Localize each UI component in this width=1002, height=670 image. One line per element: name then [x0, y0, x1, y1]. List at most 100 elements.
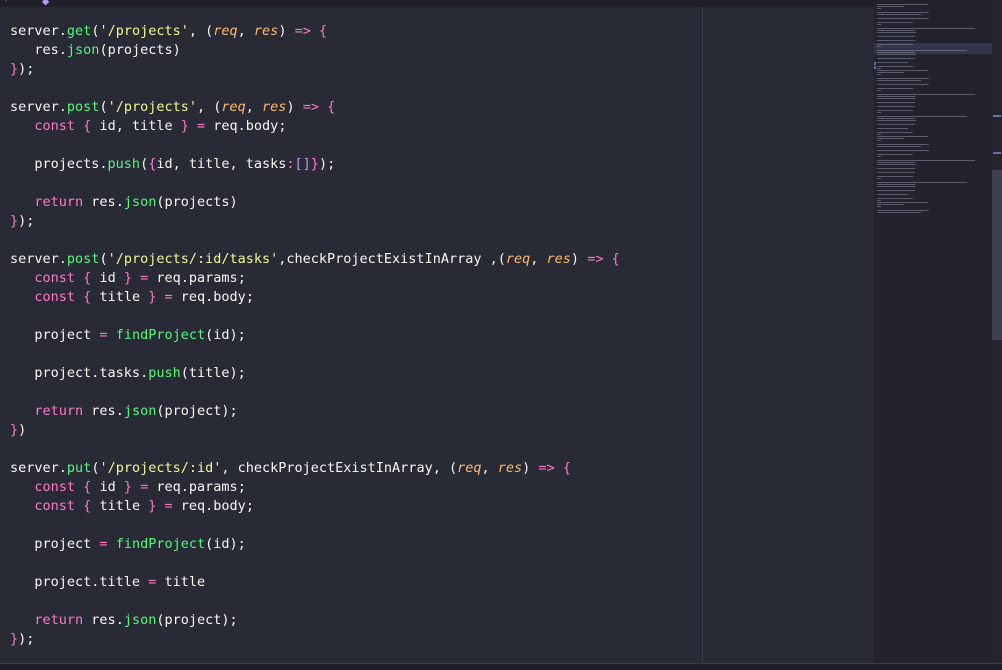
code-token-punct: , [196, 99, 214, 115]
code-token-paren: ) [570, 251, 580, 267]
code-token-ident: server [10, 251, 59, 267]
code-token-ws [10, 289, 34, 305]
code-token-ws [10, 118, 34, 134]
code-token-punct: ; [26, 631, 35, 647]
code-token-ident: params [188, 479, 238, 495]
code-line[interactable]: server.post('/projects', (req, res) => { [10, 98, 620, 117]
code-line[interactable]: }); [10, 630, 620, 649]
code-token-ident: res [83, 194, 116, 210]
code-token-punct: ; [237, 270, 246, 286]
status-bar-edge [0, 663, 1002, 670]
minimap-line [877, 150, 929, 151]
code-line[interactable]: projects.push({id, title, tasks:[]}); [10, 155, 620, 174]
code-line[interactable] [10, 231, 620, 250]
code-token-paren: ( [99, 251, 108, 267]
code-token-punct: , [481, 460, 498, 476]
code-token-ws [75, 479, 83, 495]
code-token-ws [10, 194, 34, 210]
code-token-brace: } [123, 270, 132, 286]
code-token-paren: ) [221, 612, 230, 628]
code-token-ident: req [148, 270, 181, 286]
code-token-ident: server [10, 99, 59, 115]
code-token-ident: res [83, 403, 116, 419]
minimap-line [877, 132, 914, 133]
code-token-kw: const [34, 498, 76, 514]
minimap-line [877, 124, 915, 125]
code-line[interactable]: const { id } = req.params; [10, 478, 620, 497]
code-token-ident: id [213, 327, 230, 343]
code-token-ident: project [164, 403, 222, 419]
code-token-param: res [262, 99, 287, 115]
code-line[interactable]: }); [10, 60, 620, 79]
code-token-param: req [221, 99, 246, 115]
code-line[interactable] [10, 307, 620, 326]
code-line[interactable]: return res.json(project); [10, 402, 620, 421]
minimap-line [877, 140, 881, 141]
code-line[interactable]: return res.json(projects) [10, 193, 620, 212]
minimap-line [877, 186, 916, 187]
code-token-punct: ; [237, 365, 246, 381]
code-token-ident: body [213, 498, 246, 514]
minimap-line [877, 68, 881, 69]
code-line[interactable]: project = findProject(id); [10, 326, 620, 345]
code-token-paren: ) [229, 536, 238, 552]
code-token-paren: ) [229, 365, 238, 381]
code-token-ident: id [213, 536, 230, 552]
code-token-paren: ( [180, 365, 189, 381]
code-token-ident: tasks [99, 365, 141, 381]
code-token-ws [75, 289, 83, 305]
code-token-ident: req [172, 289, 206, 305]
minimap-line [877, 102, 915, 103]
code-token-kw: return [34, 403, 84, 419]
code-line[interactable]: const { id } = req.params; [10, 269, 620, 288]
minimap-line [877, 28, 975, 29]
code-minimap[interactable] [874, 0, 992, 663]
code-line[interactable] [10, 345, 620, 364]
minimap-line [877, 14, 922, 15]
code-line[interactable]: return res.json(project); [10, 611, 620, 630]
code-token-ws [286, 23, 294, 39]
code-line[interactable]: const { id, title } = req.body; [10, 117, 620, 136]
code-line[interactable] [10, 440, 620, 459]
minimap-line [877, 176, 914, 177]
minimap-line [877, 118, 915, 119]
code-token-param: req [457, 460, 482, 476]
minimap-line [877, 52, 915, 53]
minimap-line [877, 32, 916, 33]
code-token-punct: . [58, 460, 67, 476]
code-line[interactable] [10, 592, 620, 611]
code-line[interactable]: const { title } = req.body; [10, 497, 620, 516]
code-line[interactable]: server.put ('/projects/:id', checkProject… [10, 459, 620, 478]
minimap-line [877, 202, 928, 203]
minimap-line [877, 80, 922, 81]
code-line[interactable] [10, 79, 620, 98]
code-line[interactable]: server.get('/projects', (req, res) => { [10, 22, 620, 41]
code-line[interactable]: project = findProject(id); [10, 535, 620, 554]
code-line[interactable]: }) [10, 421, 620, 440]
code-line[interactable] [10, 136, 620, 155]
code-line[interactable]: }); [10, 212, 620, 231]
scrollbar-thumb[interactable] [992, 170, 1002, 340]
code-token-punct: , [530, 251, 547, 267]
code-line[interactable] [10, 516, 620, 535]
code-line[interactable] [10, 383, 620, 402]
code-token-ws [132, 479, 140, 495]
code-line[interactable]: server.post('/projects/:id/tasks',checkP… [10, 250, 620, 269]
code-token-param: req [213, 23, 238, 39]
code-line[interactable] [10, 554, 620, 573]
code-line[interactable]: project.title = title [10, 573, 620, 592]
code-token-paren: ) [172, 42, 181, 58]
code-lines[interactable]: server.get('/projects', (req, res) => { … [10, 22, 620, 649]
code-line[interactable]: const { title } = req.body; [10, 288, 620, 307]
code-line[interactable] [10, 174, 620, 193]
code-token-ws [10, 270, 34, 286]
code-editor[interactable]: server.get('/projects', (req, res) => { … [0, 7, 702, 663]
vertical-scrollbar[interactable] [992, 0, 1002, 663]
code-token-punct: , [188, 23, 206, 39]
code-token-paren: ( [497, 251, 506, 267]
code-line[interactable]: project.tasks.push(title); [10, 364, 620, 383]
code-token-ws [555, 460, 563, 476]
code-line[interactable]: res.json(projects) [10, 41, 620, 60]
code-token-ws [132, 270, 140, 286]
minimap-line [877, 138, 905, 139]
